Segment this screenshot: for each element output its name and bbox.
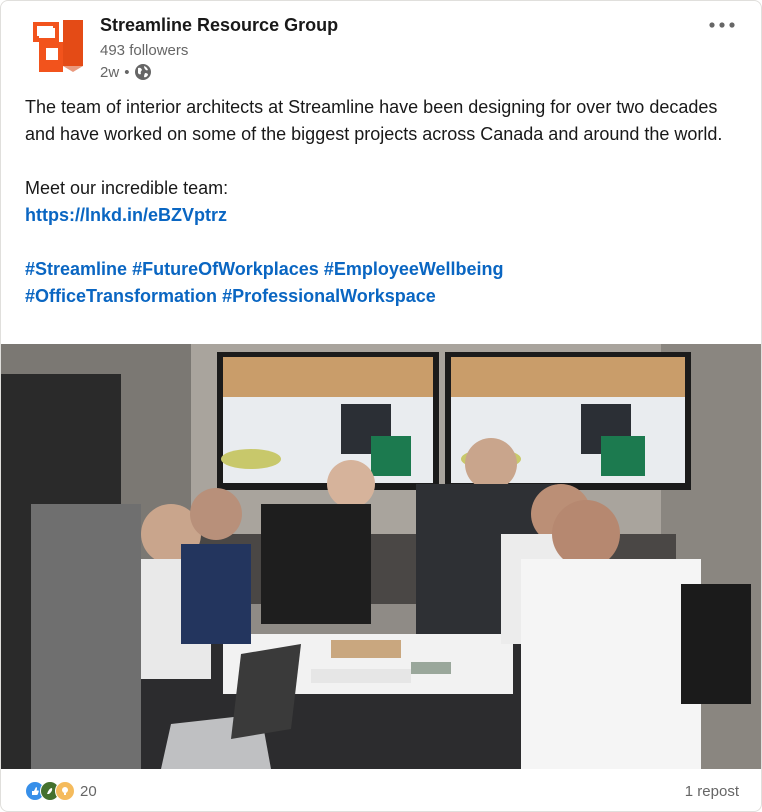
insightful-icon bbox=[55, 781, 75, 801]
hashtag-office-transformation[interactable]: #OfficeTransformation bbox=[25, 286, 217, 306]
hashtag-line: #OfficeTransformation #ProfessionalWorks… bbox=[25, 283, 735, 310]
hashtag-professional-workspace[interactable]: #ProfessionalWorkspace bbox=[222, 286, 436, 306]
more-options-button[interactable] bbox=[705, 13, 739, 37]
reactions-summary[interactable]: 20 bbox=[25, 781, 97, 801]
post-body: The team of interior architects at Strea… bbox=[25, 94, 735, 310]
post-meta: 2w • bbox=[100, 63, 152, 81]
post-card: Streamline Resource Group 493 followers … bbox=[0, 0, 762, 812]
post-paragraph: The team of interior architects at Strea… bbox=[25, 97, 723, 144]
follower-count: 493 followers bbox=[100, 42, 189, 59]
hashtag-streamline[interactable]: #Streamline bbox=[25, 259, 127, 279]
post-time[interactable]: 2w bbox=[100, 64, 119, 81]
post-header: Streamline Resource Group 493 followers … bbox=[25, 13, 737, 83]
hashtag-line: #Streamline #FutureOfWorkplaces #Employe… bbox=[25, 256, 735, 283]
company-logo[interactable] bbox=[29, 16, 85, 72]
hashtag-future-of-workplaces[interactable]: #FutureOfWorkplaces bbox=[132, 259, 319, 279]
reactions-count: 20 bbox=[80, 782, 97, 800]
company-name[interactable]: Streamline Resource Group bbox=[100, 15, 338, 36]
office-meeting-photo bbox=[1, 344, 761, 769]
meta-separator: • bbox=[124, 63, 130, 81]
reposts-count[interactable]: 1 repost bbox=[685, 783, 739, 800]
hashtag-employee-wellbeing[interactable]: #EmployeeWellbeing bbox=[324, 259, 504, 279]
team-link[interactable]: https://lnkd.in/eBZVptrz bbox=[25, 205, 227, 225]
post-paragraph: Meet our incredible team: bbox=[25, 178, 229, 198]
globe-icon bbox=[135, 64, 152, 80]
post-image[interactable] bbox=[1, 344, 761, 769]
social-counts: 20 1 repost bbox=[25, 777, 739, 805]
more-options-icon bbox=[709, 22, 735, 28]
